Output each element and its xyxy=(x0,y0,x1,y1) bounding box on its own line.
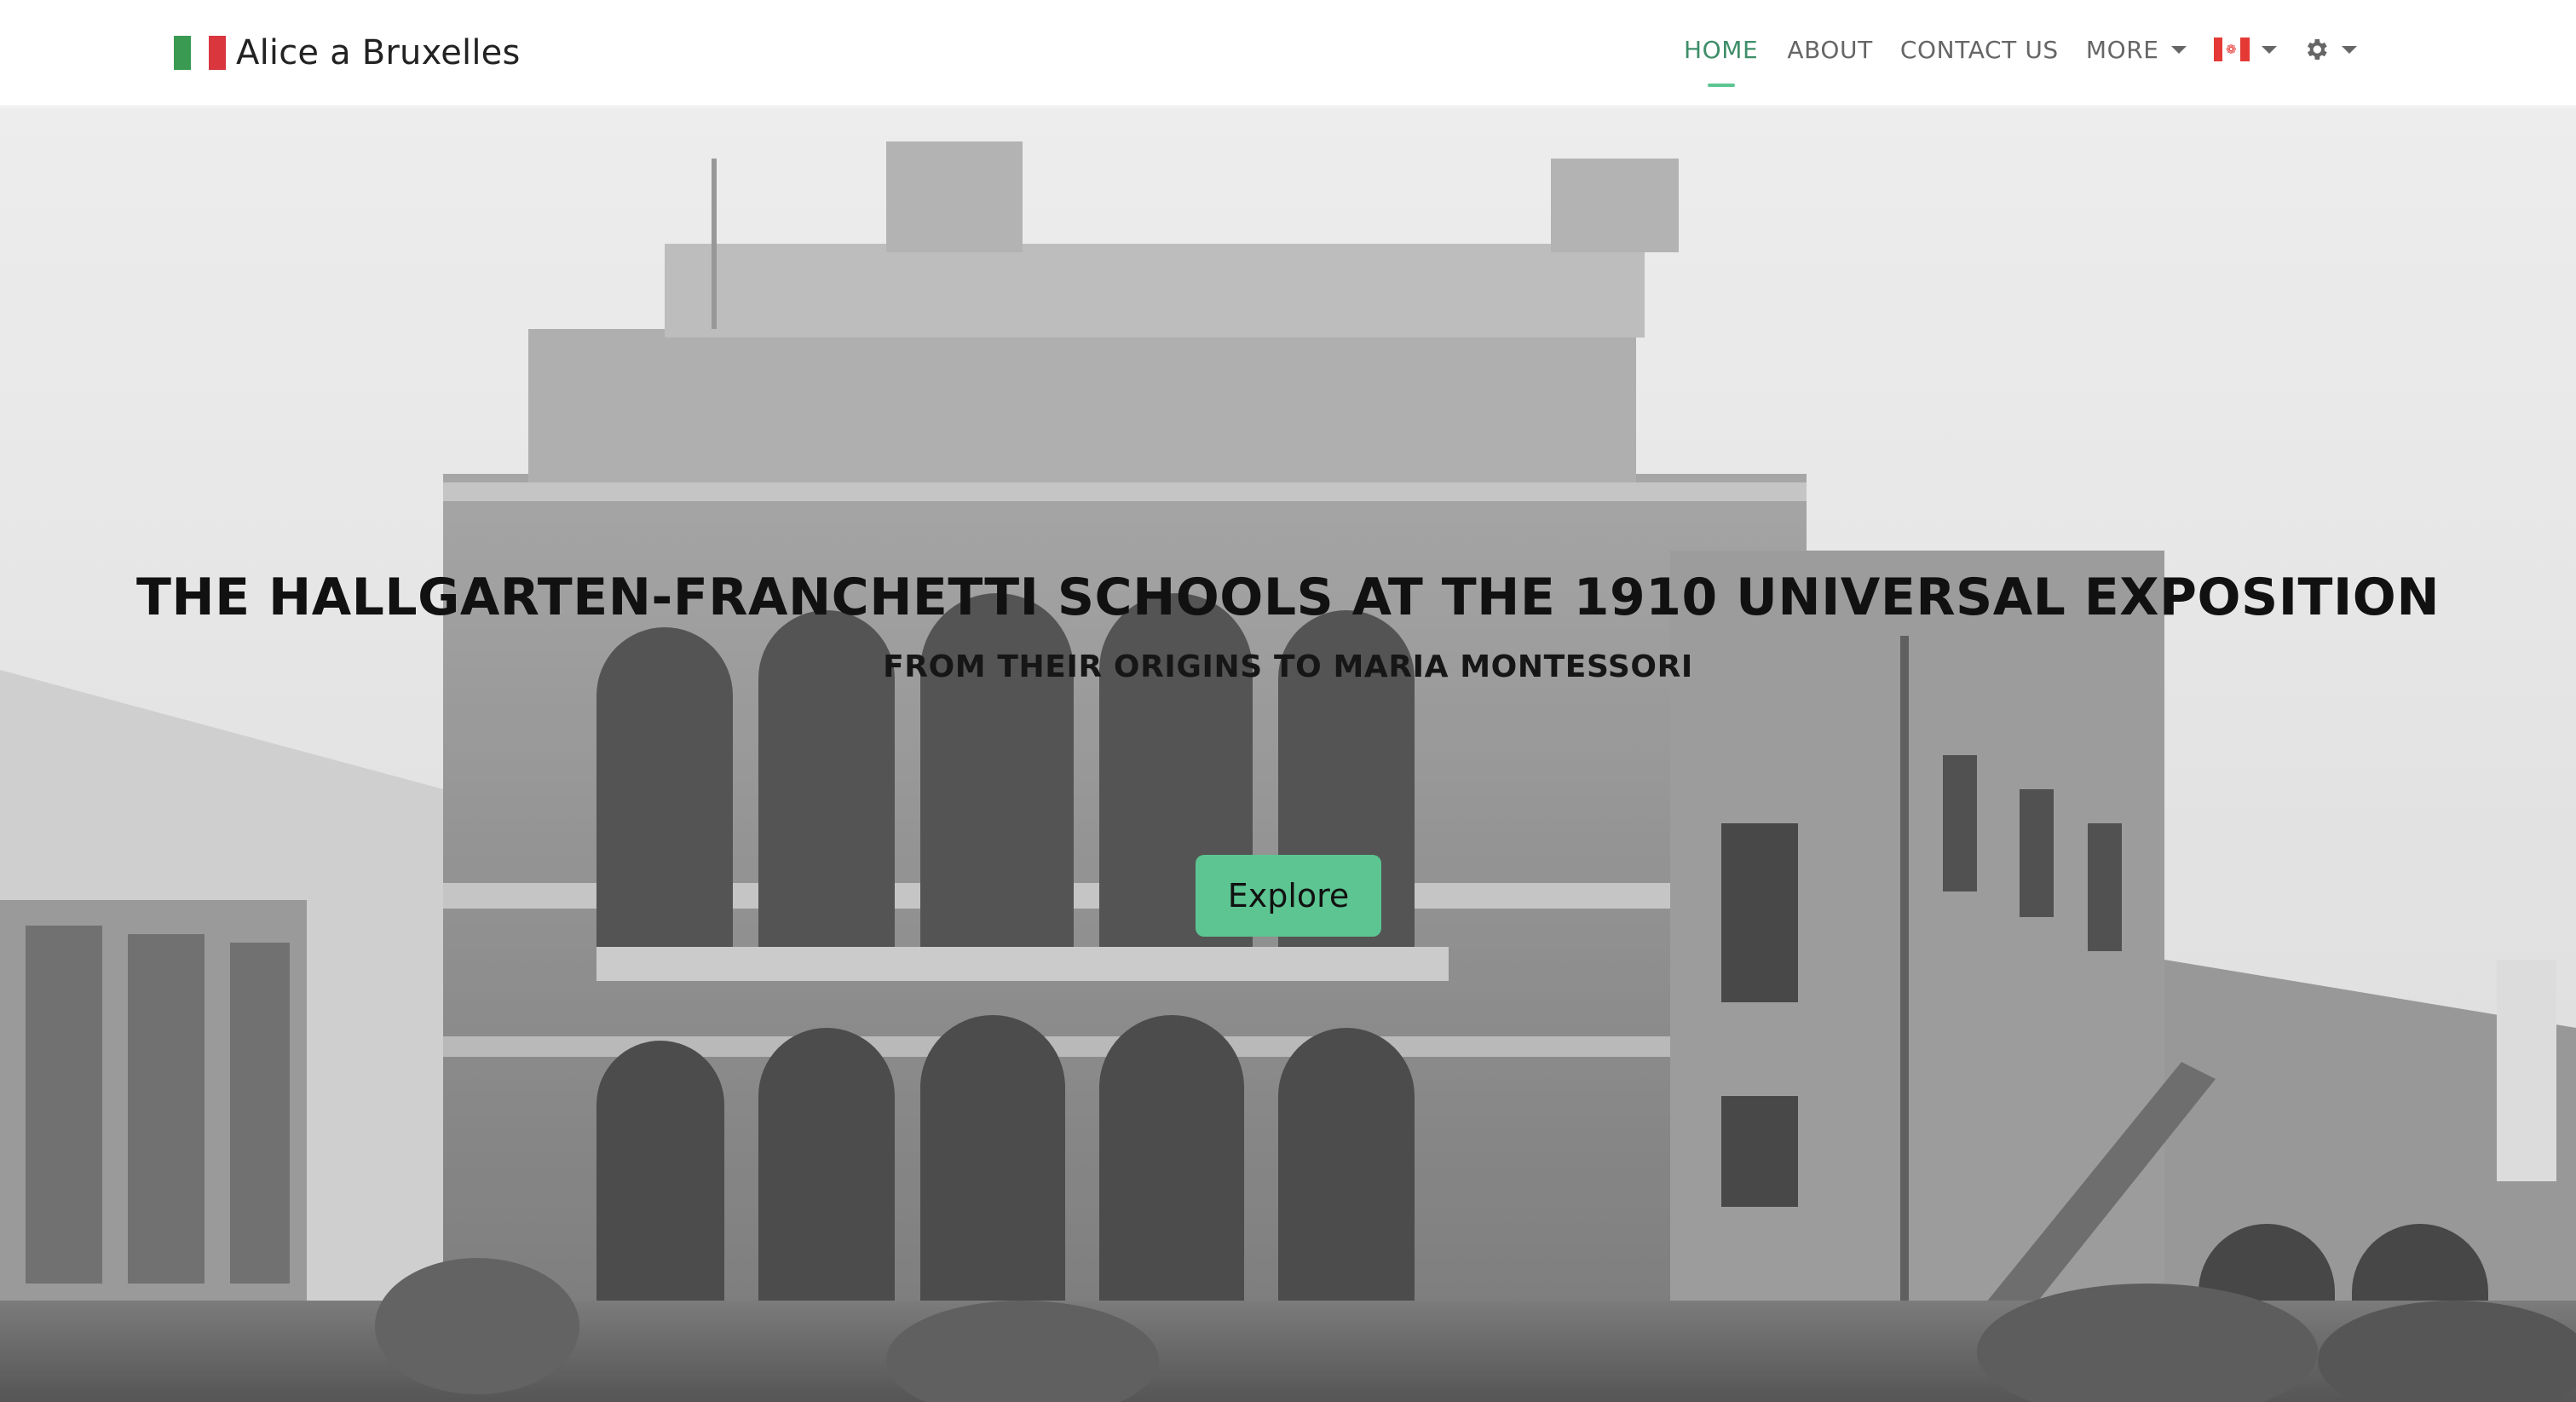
canada-flag-icon: ❁ xyxy=(2213,38,2250,61)
navbar: Alice a Bruxelles HOME ABOUT CONTACT US … xyxy=(0,0,2576,107)
chevron-down-icon xyxy=(2261,45,2277,54)
nav-item-about[interactable]: ABOUT xyxy=(1787,26,1873,73)
main-nav: HOME ABOUT CONTACT US MORE ❁ xyxy=(1684,26,2357,87)
explore-button[interactable]: Explore xyxy=(1196,855,1381,937)
hero-section: THE HALLGARTEN-FRANCHETTI SCHOOLS AT THE… xyxy=(0,107,2576,1402)
nav-item-home[interactable]: HOME xyxy=(1684,26,1758,87)
italian-flag-icon xyxy=(174,36,226,70)
nav-item-more-label: MORE xyxy=(2085,35,2159,64)
nav-item-contact-us[interactable]: CONTACT US xyxy=(1900,26,2059,73)
chevron-down-icon xyxy=(2341,45,2357,54)
gear-icon xyxy=(2302,36,2330,63)
hero-title: THE HALLGARTEN-FRANCHETTI SCHOOLS AT THE… xyxy=(135,568,2441,627)
chevron-down-icon xyxy=(2170,45,2187,54)
hero-subtitle: FROM THEIR ORIGINS TO MARIA MONTESSORI xyxy=(883,649,1693,684)
language-dropdown[interactable]: ❁ xyxy=(2213,26,2277,73)
settings-dropdown[interactable] xyxy=(2302,26,2357,73)
nav-item-more-dropdown[interactable]: MORE xyxy=(2086,26,2187,73)
brand-name: Alice a Bruxelles xyxy=(236,33,521,72)
brand-link[interactable]: Alice a Bruxelles xyxy=(174,29,521,77)
hero-content: THE HALLGARTEN-FRANCHETTI SCHOOLS AT THE… xyxy=(0,107,2576,1402)
